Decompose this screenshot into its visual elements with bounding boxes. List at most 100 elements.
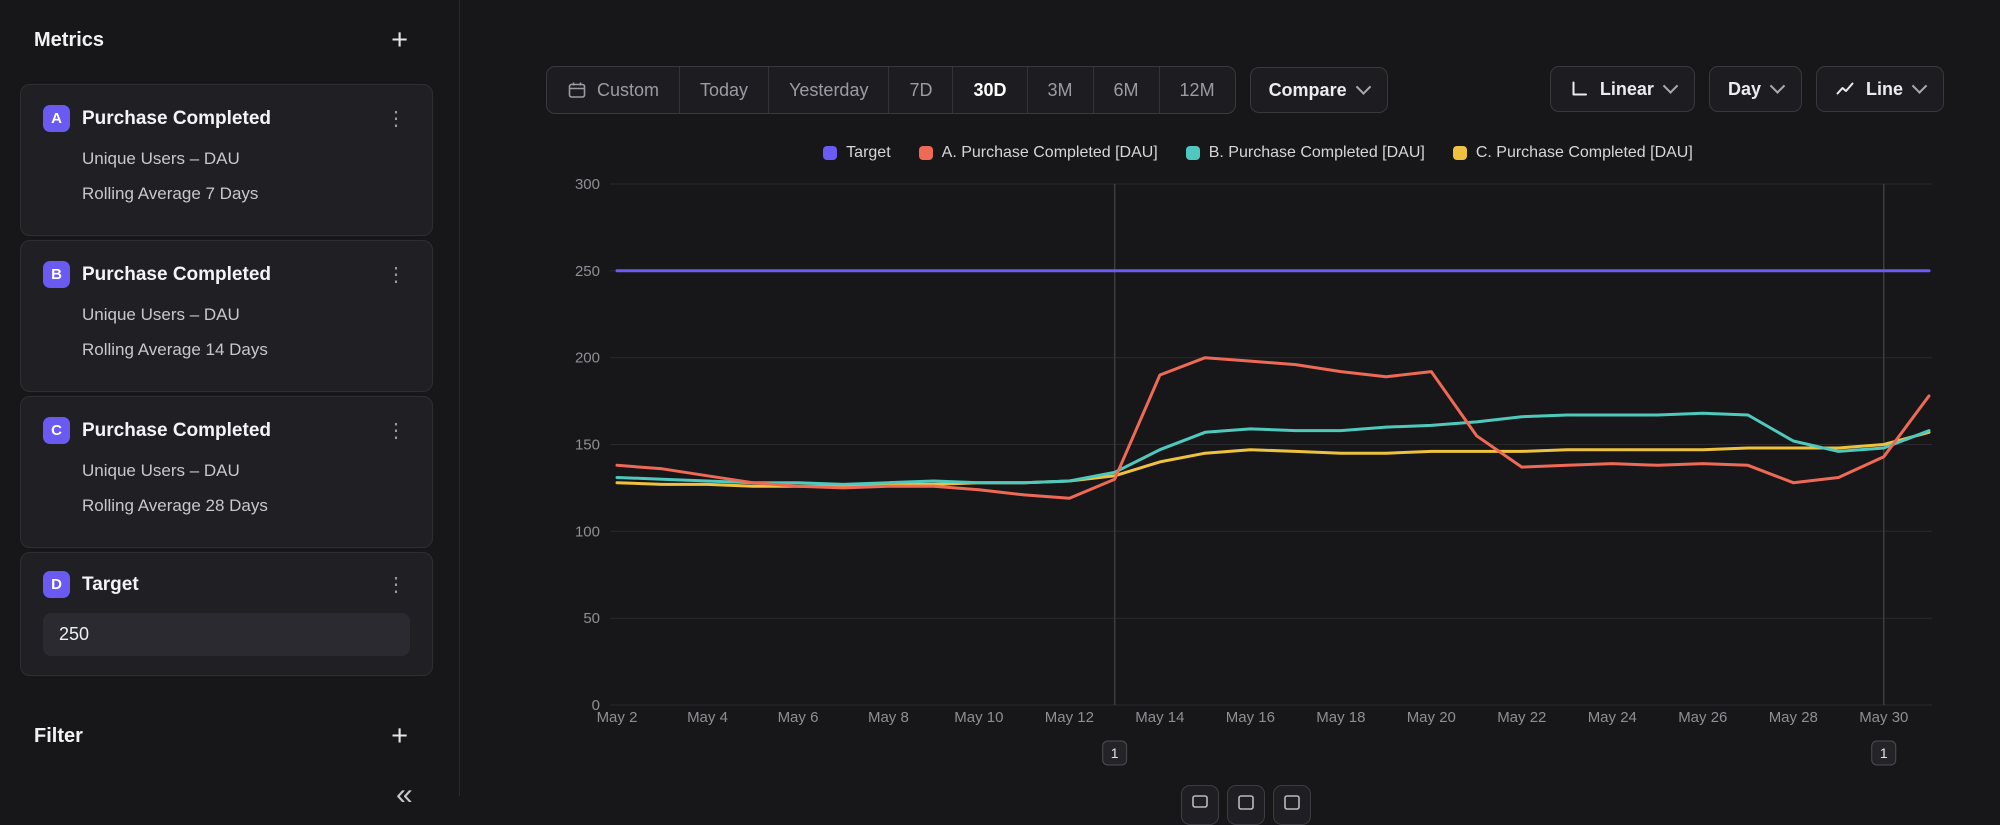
filter-header: Filter + — [34, 722, 408, 751]
compare-button[interactable]: Compare — [1250, 67, 1388, 113]
add-metric-button[interactable]: + — [391, 26, 408, 55]
metric-badge-b: B — [43, 261, 70, 288]
target-card[interactable]: D Target ⋮ — [20, 552, 433, 676]
legend-label: Target — [846, 144, 890, 162]
svg-text:1: 1 — [1111, 745, 1119, 761]
chart-panel: Custom Today Yesterday 7D 30D 3M 6M 12M … — [461, 0, 2000, 796]
metric-title: Purchase Completed — [82, 264, 382, 286]
metric-badge-c: C — [43, 417, 70, 444]
svg-text:May 10: May 10 — [954, 709, 1003, 726]
svg-text:May 22: May 22 — [1497, 709, 1546, 726]
metric-rolling-average[interactable]: Rolling Average 14 Days — [82, 340, 410, 360]
legend-item-c[interactable]: C. Purchase Completed [DAU] — [1453, 144, 1693, 162]
chevron-down-icon — [1912, 78, 1928, 94]
metric-card-b[interactable]: B Purchase Completed ⋮ Unique Users – DA… — [20, 240, 433, 392]
kebab-menu-icon[interactable]: ⋮ — [382, 419, 410, 443]
expand-icon — [1283, 794, 1301, 812]
date-range-label: Yesterday — [789, 80, 868, 101]
metric-card-a[interactable]: A Purchase Completed ⋮ Unique Users – DA… — [20, 84, 433, 236]
svg-text:May 6: May 6 — [778, 709, 819, 726]
legend-swatch — [1186, 146, 1200, 160]
svg-text:May 4: May 4 — [687, 709, 728, 726]
chart-tool-button-3[interactable] — [1273, 785, 1311, 825]
legend-swatch — [919, 146, 933, 160]
filter-title: Filter — [34, 725, 83, 748]
svg-text:May 26: May 26 — [1678, 709, 1727, 726]
chart-type-label: Line — [1866, 79, 1903, 100]
chart-legend: Target A. Purchase Completed [DAU] B. Pu… — [556, 144, 1960, 162]
metric-title: Purchase Completed — [82, 108, 382, 130]
date-range-label: Custom — [597, 80, 659, 101]
date-range-today[interactable]: Today — [680, 67, 769, 113]
date-range-7d[interactable]: 7D — [889, 67, 953, 113]
chart-type-selector-button[interactable]: Line — [1816, 66, 1944, 112]
svg-text:50: 50 — [583, 610, 600, 627]
metrics-header: Metrics + — [34, 26, 408, 55]
chart-tool-button-2[interactable] — [1227, 785, 1265, 825]
date-range-label: Today — [700, 80, 748, 101]
date-range-label: 3M — [1048, 80, 1073, 101]
svg-text:150: 150 — [575, 437, 600, 454]
kebab-menu-icon[interactable]: ⋮ — [382, 107, 410, 131]
kebab-menu-icon[interactable]: ⋮ — [382, 263, 410, 287]
target-value-input[interactable] — [43, 613, 410, 656]
metric-measurement[interactable]: Unique Users – DAU — [82, 305, 410, 325]
svg-text:250: 250 — [575, 263, 600, 280]
granularity-selector-button[interactable]: Day — [1709, 66, 1802, 112]
metric-badge-d: D — [43, 571, 70, 598]
date-range-toolbar: Custom Today Yesterday 7D 30D 3M 6M 12M … — [546, 66, 1388, 114]
svg-text:200: 200 — [575, 350, 600, 367]
date-range-label: 7D — [909, 80, 932, 101]
annotation-icon — [1191, 794, 1209, 812]
metric-badge-a: A — [43, 105, 70, 132]
date-range-custom[interactable]: Custom — [547, 67, 680, 113]
svg-text:May 2: May 2 — [597, 709, 638, 726]
metric-rolling-average[interactable]: Rolling Average 7 Days — [82, 184, 410, 204]
line-chart-icon — [1835, 79, 1855, 99]
date-range-label: 12M — [1180, 80, 1215, 101]
kebab-menu-icon[interactable]: ⋮ — [382, 573, 410, 597]
date-range-6m[interactable]: 6M — [1094, 67, 1160, 113]
scale-label: Linear — [1600, 79, 1654, 100]
target-title: Target — [82, 574, 382, 596]
compare-label: Compare — [1269, 80, 1347, 101]
svg-text:1: 1 — [1880, 745, 1888, 761]
legend-item-a[interactable]: A. Purchase Completed [DAU] — [919, 144, 1158, 162]
metric-card-c[interactable]: C Purchase Completed ⋮ Unique Users – DA… — [20, 396, 433, 548]
granularity-label: Day — [1728, 79, 1761, 100]
date-range-3m[interactable]: 3M — [1028, 67, 1094, 113]
calendar-icon — [567, 80, 587, 100]
legend-label: A. Purchase Completed [DAU] — [942, 144, 1158, 162]
date-range-label: 6M — [1114, 80, 1139, 101]
chevron-down-icon — [1355, 79, 1371, 95]
svg-text:May 28: May 28 — [1769, 709, 1818, 726]
legend-swatch — [823, 146, 837, 160]
line-chart[interactable]: 05010015020025030011May 2May 4May 6May 8… — [556, 130, 1960, 796]
display-toolbar: Linear Day Line — [1550, 66, 1944, 112]
metric-title: Purchase Completed — [82, 420, 382, 442]
scale-selector-button[interactable]: Linear — [1550, 66, 1695, 112]
date-range-label: 30D — [973, 80, 1006, 101]
metric-measurement[interactable]: Unique Users – DAU — [82, 149, 410, 169]
add-filter-button[interactable]: + — [391, 722, 408, 751]
legend-label: C. Purchase Completed [DAU] — [1476, 144, 1693, 162]
collapse-sidebar-icon[interactable]: « — [396, 778, 413, 812]
metric-measurement[interactable]: Unique Users – DAU — [82, 461, 410, 481]
svg-text:300: 300 — [575, 176, 600, 193]
date-range-30d[interactable]: 30D — [953, 67, 1027, 113]
date-range-yesterday[interactable]: Yesterday — [769, 67, 889, 113]
metric-rolling-average[interactable]: Rolling Average 28 Days — [82, 496, 410, 516]
legend-item-b[interactable]: B. Purchase Completed [DAU] — [1186, 144, 1425, 162]
svg-text:May 14: May 14 — [1135, 709, 1184, 726]
svg-text:100: 100 — [575, 523, 600, 540]
chevron-down-icon — [1770, 78, 1786, 94]
grid-icon — [1237, 794, 1255, 812]
legend-item-target[interactable]: Target — [823, 144, 890, 162]
svg-text:May 18: May 18 — [1316, 709, 1365, 726]
axis-icon — [1569, 79, 1589, 99]
date-range-12m[interactable]: 12M — [1160, 67, 1235, 113]
chart-tool-button-1[interactable] — [1181, 785, 1219, 825]
svg-text:May 16: May 16 — [1226, 709, 1275, 726]
svg-text:May 30: May 30 — [1859, 709, 1908, 726]
legend-label: B. Purchase Completed [DAU] — [1209, 144, 1425, 162]
